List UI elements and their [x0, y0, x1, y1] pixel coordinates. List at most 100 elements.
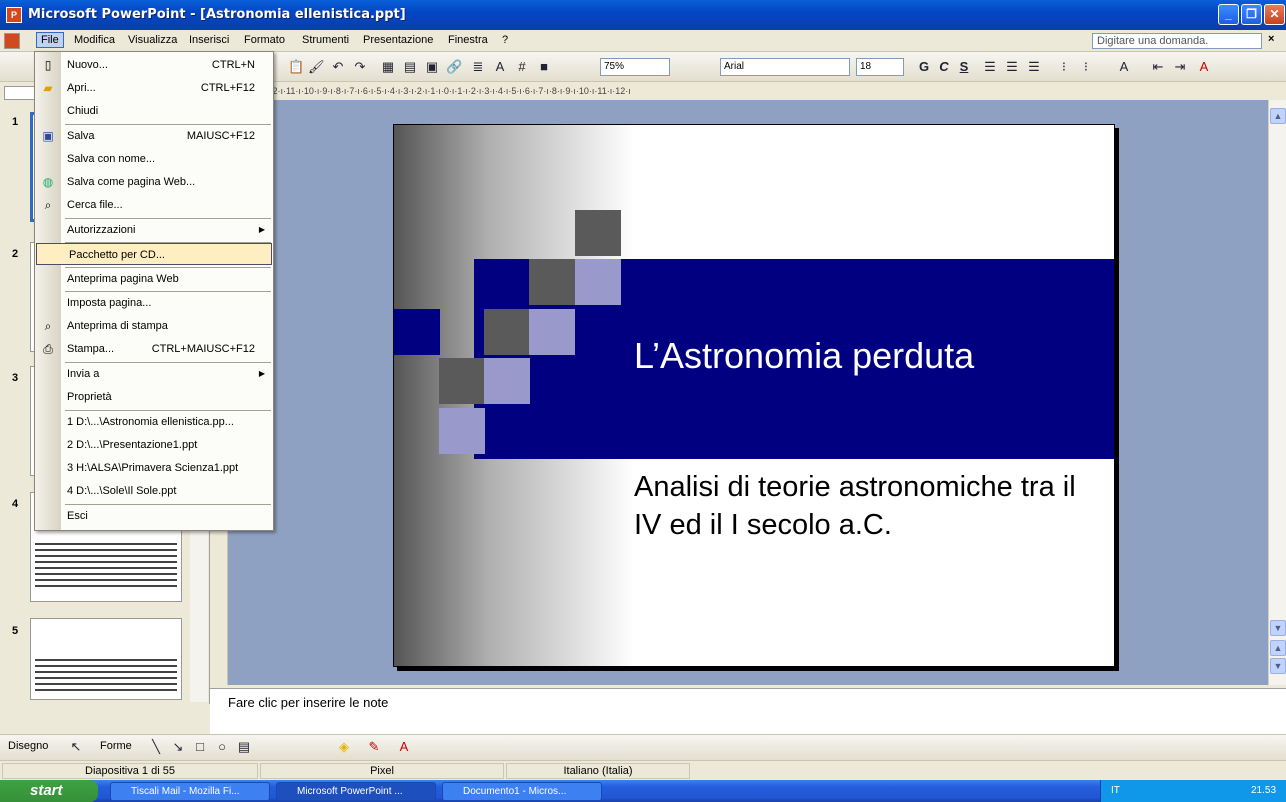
menu-item-cerca-file[interactable]: ⌕ Cerca file... — [35, 194, 273, 216]
next-slide-button[interactable]: ▼ — [1270, 658, 1286, 674]
status-bar: Diapositiva 1 di 55 Pixel Italiano (Ital… — [0, 760, 1286, 780]
open-folder-icon: ▰ — [43, 81, 53, 95]
menu-item-salva-con-nome[interactable]: Salva con nome... — [35, 148, 273, 170]
print-preview-icon: ⌕ — [44, 319, 52, 333]
scroll-down-button[interactable]: ▼ — [1270, 620, 1286, 636]
italic-icon[interactable]: C — [936, 59, 952, 75]
oval-icon[interactable]: ○ — [214, 739, 230, 755]
menu-item-imposta-pagina[interactable]: Imposta pagina... — [35, 292, 273, 314]
tables-borders-icon[interactable]: ▣ — [424, 59, 440, 75]
task-powerpoint[interactable]: Microsoft PowerPoint ... — [276, 782, 436, 801]
menu-inserisci[interactable]: Inserisci — [189, 34, 229, 46]
menu-item-autorizzazioni[interactable]: Autorizzazioni ▶ — [35, 219, 273, 241]
draw-menu-button[interactable]: Disegno — [8, 740, 48, 752]
autoshapes-button[interactable]: Forme — [100, 740, 132, 752]
menu-item-chiudi[interactable]: Chiudi — [35, 100, 273, 122]
previous-slide-button[interactable]: ▲ — [1270, 640, 1286, 656]
drawing-toolbar: Disegno ↖ Forme ╲ ↘ □ ○ ▤ ◈ ✎ A — [0, 734, 1286, 760]
horizontal-ruler: ı·12·ı·11·ı·10·ı·9·ı·8·ı·7·ı·6·ı·5·ı·4·ı… — [262, 82, 1102, 100]
decor-square — [439, 408, 485, 454]
menu-formato[interactable]: Formato — [244, 34, 285, 46]
show-formatting-icon[interactable]: A — [492, 59, 508, 75]
numbering-icon[interactable]: ⁝ — [1056, 59, 1072, 75]
menu-item-apri[interactable]: ▰ Apri... CTRL+F12 — [35, 77, 273, 99]
slide-subtitle[interactable]: Analisi di teorie astronomiche tra il IV… — [634, 468, 1104, 544]
maximize-button[interactable]: ❐ — [1241, 4, 1262, 25]
table-icon[interactable]: ▤ — [402, 59, 418, 75]
menu-item-proprieta[interactable]: Proprietà — [35, 386, 273, 408]
menu-finestra[interactable]: Finestra — [448, 34, 488, 46]
help-question-input[interactable]: Digitare una domanda. — [1092, 33, 1262, 49]
paste-icon[interactable]: 📋 — [288, 59, 304, 75]
font-color-draw-icon[interactable]: A — [396, 739, 412, 755]
menu-item-recent-4[interactable]: 4 D:\...\Sole\Il Sole.ppt — [35, 480, 273, 502]
close-button[interactable]: ✕ — [1264, 4, 1285, 25]
menu-item-esci[interactable]: Esci — [35, 505, 273, 527]
increase-font-icon[interactable]: A — [1116, 59, 1132, 75]
chart-icon[interactable]: ▦ — [380, 59, 396, 75]
close-doc-icon[interactable]: × — [1268, 33, 1274, 45]
menu-item-recent-3[interactable]: 3 H:\ALSA\Primavera Scienza1.ppt — [35, 457, 273, 479]
menu-file[interactable]: File — [36, 32, 64, 48]
color-grayscale-icon[interactable]: ■ — [536, 59, 552, 75]
slide-number: 3 — [12, 372, 19, 384]
underline-icon[interactable]: S — [956, 59, 972, 75]
save-icon: ▣ — [42, 129, 54, 143]
zoom-select[interactable]: 75% — [600, 58, 670, 76]
system-tray: IT 21.53 — [1100, 780, 1286, 802]
fill-color-icon[interactable]: ◈ — [336, 739, 352, 755]
align-right-icon[interactable]: ☰ — [1026, 59, 1042, 75]
menu-strumenti[interactable]: Strumenti — [302, 34, 349, 46]
menu-item-anteprima-web[interactable]: Anteprima pagina Web — [35, 268, 273, 290]
increase-indent-icon[interactable]: ⇥ — [1172, 59, 1188, 75]
rectangle-icon[interactable]: □ — [192, 739, 208, 755]
hyperlink-icon[interactable]: 🔗 — [446, 59, 462, 75]
decor-square — [439, 358, 485, 404]
menu-modifica[interactable]: Modifica — [74, 34, 115, 46]
textbox-icon[interactable]: ▤ — [236, 739, 252, 755]
menu-item-salva-web[interactable]: ◍ Salva come pagina Web... — [35, 171, 273, 193]
slide-title[interactable]: L’Astronomia perduta — [634, 335, 974, 377]
language-indicator[interactable]: IT — [1111, 780, 1120, 802]
expand-icon[interactable]: ≣ — [470, 59, 486, 75]
notes-pane[interactable]: Fare clic per inserire le note — [210, 688, 1286, 734]
menu-item-nuovo[interactable]: ▯ Nuovo... CTRL+N — [35, 54, 273, 76]
slide-number: 5 — [12, 625, 19, 637]
align-left-icon[interactable]: ☰ — [982, 59, 998, 75]
task-word[interactable]: Documento1 - Micros... — [442, 782, 602, 801]
doc-icon[interactable] — [4, 33, 20, 49]
select-pointer-icon[interactable]: ↖ — [68, 739, 84, 755]
menu-item-salva[interactable]: ▣ Salva MAIUSC+F12 — [35, 125, 273, 147]
font-size-select[interactable]: 18 — [856, 58, 904, 76]
font-select[interactable]: Arial — [720, 58, 850, 76]
line-color-icon[interactable]: ✎ — [366, 739, 382, 755]
minimize-button[interactable]: _ — [1218, 4, 1239, 25]
bullets-icon[interactable]: ⁝ — [1078, 59, 1094, 75]
slide-canvas[interactable]: L’Astronomia perduta Analisi di teorie a… — [393, 124, 1115, 667]
start-button[interactable]: start — [0, 780, 98, 802]
arrow-icon[interactable]: ↘ — [170, 739, 186, 755]
menu-item-stampa[interactable]: ⎙ Stampa... CTRL+MAIUSC+F12 — [35, 338, 273, 360]
vertical-scrollbar[interactable]: ▲ ▼ ▲ ▼ — [1268, 100, 1286, 685]
align-center-icon[interactable]: ☰ — [1004, 59, 1020, 75]
format-painter-icon[interactable]: 🖌 — [308, 59, 325, 75]
grid-icon[interactable]: # — [514, 59, 530, 75]
bold-icon[interactable]: G — [916, 59, 932, 75]
menu-item-recent-1[interactable]: 1 D:\...\Astronomia ellenistica.pp... — [35, 411, 273, 433]
slide-thumbnail[interactable] — [30, 618, 182, 700]
redo-icon[interactable]: ↷ — [352, 59, 368, 75]
font-color-icon[interactable]: A — [1196, 59, 1212, 75]
scroll-up-button[interactable]: ▲ — [1270, 108, 1286, 124]
menu-presentazione[interactable]: Presentazione — [363, 34, 433, 46]
menu-item-pacchetto-cd[interactable]: Pacchetto per CD... — [36, 243, 272, 265]
menu-item-invia-a[interactable]: Invia a ▶ — [35, 363, 273, 385]
line-icon[interactable]: ╲ — [148, 739, 164, 755]
menu-item-recent-2[interactable]: 2 D:\...\Presentazione1.ppt — [35, 434, 273, 456]
menu-help[interactable]: ? — [502, 34, 508, 46]
menu-visualizza[interactable]: Visualizza — [128, 34, 177, 46]
menu-item-anteprima-stampa[interactable]: ⌕ Anteprima di stampa — [35, 315, 273, 337]
undo-icon[interactable]: ↶ — [330, 59, 346, 75]
task-mozilla[interactable]: Tiscali Mail - Mozilla Fi... — [110, 782, 270, 801]
powerpoint-app-icon[interactable]: P — [6, 7, 22, 23]
decrease-indent-icon[interactable]: ⇤ — [1150, 59, 1166, 75]
